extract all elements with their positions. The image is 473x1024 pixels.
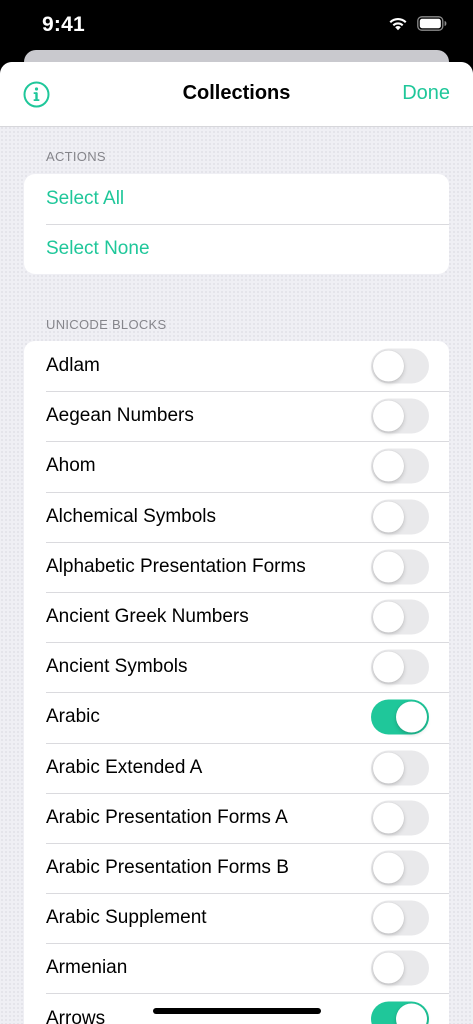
status-time: 9:41	[42, 13, 85, 36]
block-toggle[interactable]	[371, 599, 429, 635]
list-item: Arabic	[24, 692, 449, 742]
list-item: Alchemical Symbols	[24, 491, 449, 542]
block-toggle[interactable]	[371, 750, 429, 786]
toggle-knob	[373, 501, 404, 533]
toggle-knob	[373, 852, 404, 884]
block-toggle[interactable]	[371, 1001, 429, 1024]
done-button[interactable]: Done	[402, 82, 450, 105]
block-label: Alchemical Symbols	[46, 505, 216, 527]
collections-sheet: Collections Done ACTIONS Select All Sele…	[0, 62, 473, 1024]
toggle-knob	[396, 701, 427, 733]
block-label: Arabic Supplement	[46, 907, 207, 929]
list-item: Arabic Presentation Forms B	[24, 842, 449, 893]
navigation-bar: Collections Done	[0, 62, 473, 127]
toggle-knob	[373, 952, 404, 984]
list-item: Aegean Numbers	[24, 391, 449, 441]
home-indicator	[153, 1008, 321, 1014]
toggle-knob	[373, 752, 404, 784]
status-icons	[388, 16, 447, 36]
select-none-label: Select None	[46, 238, 150, 260]
toggle-knob	[373, 802, 404, 834]
block-toggle[interactable]	[371, 800, 429, 836]
list-item: Ahom	[24, 441, 449, 491]
block-toggle[interactable]	[371, 950, 429, 986]
unicode-blocks-section-header: UNICODE BLOCKS	[46, 317, 167, 332]
block-toggle[interactable]	[371, 348, 429, 384]
block-toggle[interactable]	[371, 549, 429, 585]
unicode-blocks-group: Adlam Aegean Numbers Ahom Alchemical Symbol…	[24, 341, 449, 1024]
select-all-label: Select All	[46, 188, 125, 210]
actions-section-header: ACTIONS	[46, 149, 106, 164]
block-label: Alphabetic Presentation Forms	[46, 555, 306, 577]
select-all-button[interactable]: Select All	[24, 174, 449, 224]
block-label: Aegean Numbers	[46, 405, 194, 427]
block-label: Armenian	[46, 957, 128, 979]
list-item: Arabic Extended A	[24, 742, 449, 793]
block-toggle[interactable]	[371, 499, 429, 535]
list-item: Armenian	[24, 943, 449, 993]
block-toggle[interactable]	[371, 649, 429, 685]
block-label: Ancient Symbols	[46, 656, 188, 678]
list-item: Alphabetic Presentation Forms	[24, 541, 449, 592]
list-item: Ancient Greek Numbers	[24, 591, 449, 642]
toggle-knob	[373, 400, 404, 432]
list-item: Arabic Presentation Forms A	[24, 792, 449, 843]
block-label: Arabic Presentation Forms B	[46, 856, 289, 878]
status-bar: 9:41	[0, 0, 473, 52]
block-label: Arabic Extended A	[46, 756, 203, 778]
block-label: Ahom	[46, 455, 96, 477]
toggle-knob	[373, 902, 404, 934]
block-label: Arrows	[46, 1007, 106, 1024]
toggle-knob	[396, 1003, 427, 1024]
block-toggle[interactable]	[371, 900, 429, 936]
block-label: Adlam	[46, 355, 100, 377]
toggle-knob	[373, 450, 404, 482]
toggle-knob	[373, 551, 404, 583]
list-item: Arabic Supplement	[24, 893, 449, 943]
actions-group: Select All Select None	[24, 174, 449, 275]
list-item: Adlam	[24, 341, 449, 391]
battery-icon	[417, 16, 447, 36]
block-toggle[interactable]	[371, 398, 429, 434]
select-none-button[interactable]: Select None	[24, 224, 449, 274]
toggle-knob	[373, 651, 404, 683]
block-label: Arabic	[46, 706, 100, 728]
block-label: Ancient Greek Numbers	[46, 606, 249, 628]
block-label: Arabic Presentation Forms A	[46, 806, 288, 828]
block-toggle[interactable]	[371, 850, 429, 886]
toggle-knob	[373, 601, 404, 633]
toggle-knob	[373, 350, 404, 382]
block-toggle[interactable]	[371, 699, 429, 735]
list-item: Ancient Symbols	[24, 642, 449, 692]
wifi-icon	[388, 16, 408, 36]
block-toggle[interactable]	[371, 448, 429, 484]
